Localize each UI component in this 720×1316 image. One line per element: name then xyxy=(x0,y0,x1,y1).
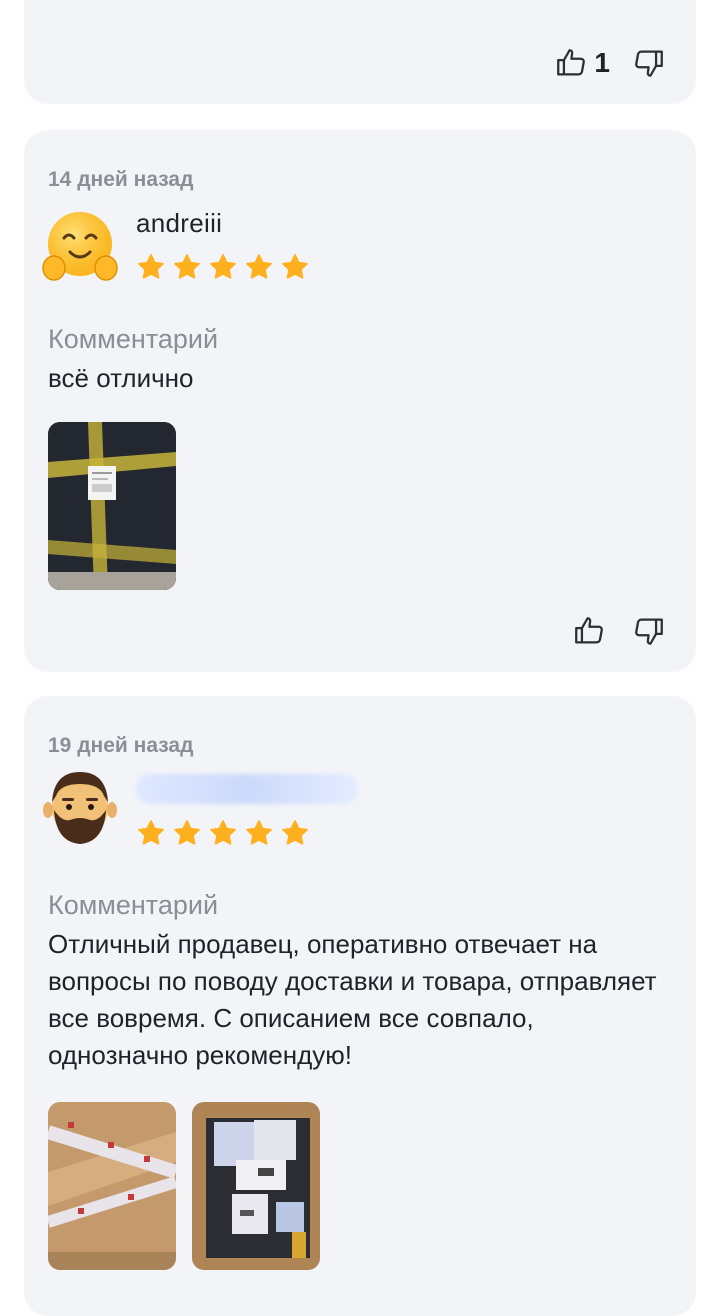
star-icon xyxy=(138,820,164,845)
package-photo xyxy=(48,422,176,590)
review-photo[interactable] xyxy=(48,1102,176,1270)
star-icon xyxy=(282,820,308,845)
hugging-face-emoji-avatar xyxy=(42,212,118,281)
bearded-man-emoji-avatar xyxy=(43,772,117,844)
open-box-photo xyxy=(192,1102,320,1270)
rating-stars xyxy=(136,252,310,282)
review-date: 19 дней назад xyxy=(48,734,194,757)
thumb-down-icon xyxy=(635,618,663,645)
thumb-up-icon xyxy=(557,49,586,76)
star-icon xyxy=(246,820,272,845)
star-icon xyxy=(174,254,200,279)
review-card: 14 дней назад andreiii Комментарий всё о… xyxy=(24,130,696,672)
like-button[interactable] xyxy=(572,614,606,648)
comment-label: Комментарий xyxy=(48,890,219,920)
dislike-button[interactable] xyxy=(632,614,666,648)
comment-text: Отличный продавец, оперативно отвечает н… xyxy=(48,929,657,1070)
like-button[interactable]: 1 xyxy=(554,46,610,80)
vote-row: 1 xyxy=(554,46,666,80)
review-date: 14 дней назад xyxy=(48,168,194,191)
box-photo xyxy=(48,1102,176,1270)
star-icon xyxy=(174,820,200,845)
star-icon xyxy=(138,254,164,279)
like-count: 1 xyxy=(594,47,610,78)
rating-stars xyxy=(136,818,310,848)
username-redacted xyxy=(136,774,358,804)
vote-row xyxy=(572,614,666,648)
review-card: 19 дней назад Комментарий Отличный прода… xyxy=(24,696,696,1316)
review-photo[interactable] xyxy=(48,422,176,590)
review-photo[interactable] xyxy=(192,1102,320,1270)
username: andreiii xyxy=(136,208,223,238)
dislike-button[interactable] xyxy=(632,46,666,80)
star-icon xyxy=(282,254,308,279)
comment-text: всё отлично xyxy=(48,363,194,393)
star-icon xyxy=(246,254,272,279)
star-icon xyxy=(210,820,236,845)
comment-label: Комментарий xyxy=(48,324,219,354)
thumb-up-icon xyxy=(575,617,603,644)
review-card: 1 xyxy=(24,0,696,104)
star-icon xyxy=(210,254,236,279)
thumb-down-icon xyxy=(635,50,663,77)
